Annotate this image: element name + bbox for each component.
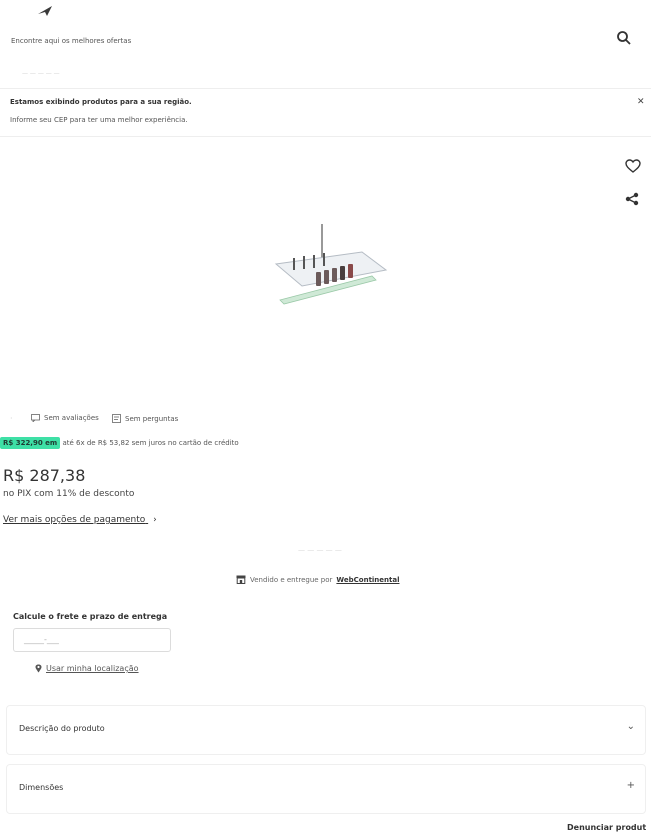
old-price: R$ 322,90 em — [0, 437, 61, 449]
cep-input[interactable]: _____-___ — [13, 628, 171, 652]
more-payment-label: Ver mais opções de pagamento — [3, 515, 146, 525]
chevron-down-icon: ⌄ — [626, 721, 635, 732]
rating-stars-placeholder: · — [10, 414, 13, 423]
sold-by-prefix: Vendido e entregue por — [250, 575, 333, 584]
installments-suffix: sem juros no cartão de crédito — [131, 439, 239, 447]
questions-link[interactable]: Sem perguntas — [112, 414, 178, 423]
search-hint[interactable]: Encontre aqui os melhores ofertas — [11, 37, 131, 45]
accordion-label: Dimensões — [19, 783, 64, 792]
reviews-label: Sem avaliações — [44, 414, 99, 422]
close-icon[interactable]: ✕ — [637, 97, 645, 107]
share-icon[interactable] — [625, 192, 639, 206]
heart-icon[interactable] — [625, 159, 641, 173]
search-icon[interactable] — [616, 30, 632, 46]
store-icon — [236, 575, 246, 584]
report-product-link[interactable]: Denunciar produt — [567, 823, 646, 832]
sold-by-row: Vendido e entregue por WebContinental — [236, 575, 400, 584]
region-notice-title: Estamos exibindo produtos para a sua reg… — [10, 98, 192, 106]
seller-link[interactable]: WebContinental — [336, 576, 399, 584]
questions-label: Sem perguntas — [125, 414, 179, 423]
divider — [0, 88, 651, 89]
faint-text: — — — — — — [22, 70, 60, 77]
installment-row: R$ 322,90 em até 6x de R$ 53,82 sem juro… — [0, 437, 239, 449]
product-description-accordion[interactable]: Descrição do produto ⌄ — [6, 705, 646, 755]
pix-discount: no PIX com 11% de desconto — [3, 489, 135, 499]
freight-title: Calcule o frete e prazo de entrega — [13, 612, 168, 621]
use-location-link[interactable]: Usar minha localização — [35, 664, 139, 673]
question-icon — [112, 414, 121, 423]
location-pin-icon — [35, 664, 42, 673]
divider — [0, 136, 651, 137]
product-image[interactable] — [272, 222, 390, 312]
price: R$ 287,38 — [3, 466, 86, 485]
more-payment-options-link[interactable]: Ver mais opções de pagamento › — [3, 515, 157, 525]
use-location-label: Usar minha localização — [46, 664, 139, 673]
accordion-label: Descrição do produto — [19, 724, 105, 733]
installments-prefix: até 6x de — [62, 439, 96, 447]
buy-button-faint[interactable]: — — — — — — [298, 546, 342, 554]
reviews-link[interactable]: Sem avaliações — [31, 414, 99, 422]
plus-icon: + — [626, 780, 635, 791]
dimensions-accordion[interactable]: Dimensões + — [6, 764, 646, 814]
comment-icon — [31, 414, 40, 422]
brand-logo[interactable] — [38, 6, 52, 16]
installment-value: R$ 53,82 — [97, 439, 130, 447]
chevron-right-icon: › — [153, 515, 157, 525]
region-notice-subtitle: Informe seu CEP para ter uma melhor expe… — [10, 116, 188, 124]
